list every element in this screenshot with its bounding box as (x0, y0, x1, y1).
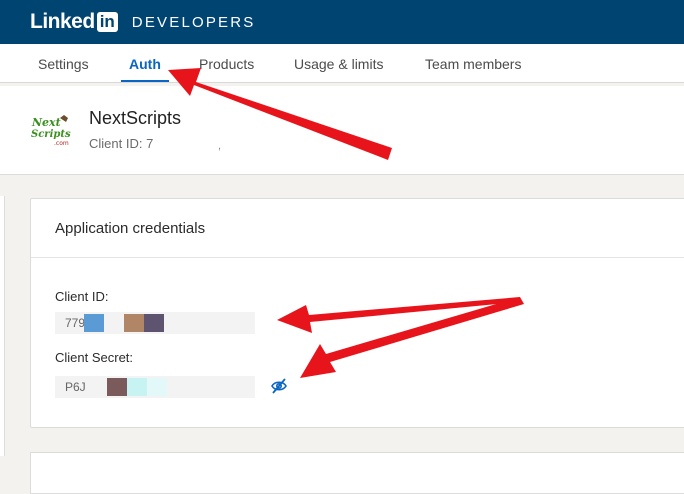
redaction-block (144, 314, 164, 332)
app-summary-card: Next Scripts .com NextScripts Client ID:… (0, 86, 684, 175)
brand-linked: Linked (30, 10, 95, 33)
nextscripts-logo: Next Scripts .com (31, 115, 71, 146)
svg-text:.com: .com (54, 140, 69, 146)
tab-auth[interactable]: Auth (121, 44, 169, 82)
client-secret-value: P6J (65, 380, 86, 394)
tab-products[interactable]: Products (199, 44, 254, 82)
redacted-mark: , (218, 140, 222, 152)
top-bar: Linked in DEVELOPERS (0, 0, 684, 44)
client-secret-field[interactable]: P6J (55, 376, 255, 398)
app-client-id: Client ID: 7 (89, 136, 154, 151)
redaction-block (147, 378, 167, 396)
eye-slash-icon[interactable] (270, 377, 288, 395)
svg-text:Scripts: Scripts (31, 129, 71, 140)
credentials-header: Application credentials (31, 199, 684, 258)
linkedin-developers-logo[interactable]: Linked in DEVELOPERS (30, 10, 256, 34)
brand-in-badge: in (96, 12, 118, 32)
next-section-card (30, 452, 684, 494)
client-id-field[interactable]: 779 (55, 312, 255, 334)
left-panel-edge (0, 196, 5, 456)
application-credentials-card: Application credentials Client ID: 779 C… (30, 198, 684, 428)
client-secret-label: Client Secret: (55, 350, 134, 365)
svg-text:Next: Next (31, 116, 61, 129)
tab-bar: Settings Auth Products Usage & limits Te… (0, 44, 684, 83)
redaction-block (107, 378, 127, 396)
client-id-label: Client ID: (55, 289, 109, 304)
brand-developers: DEVELOPERS (131, 13, 256, 31)
tab-usage-limits[interactable]: Usage & limits (294, 44, 383, 82)
redaction-block (84, 314, 104, 332)
app-name: NextScripts (89, 108, 182, 128)
tab-settings[interactable]: Settings (38, 44, 89, 82)
tab-team-members[interactable]: Team members (425, 44, 521, 82)
client-id-value: 779 (65, 316, 86, 330)
redaction-block (127, 378, 147, 396)
credentials-title: Application credentials (55, 219, 206, 237)
redaction-block (124, 314, 144, 332)
